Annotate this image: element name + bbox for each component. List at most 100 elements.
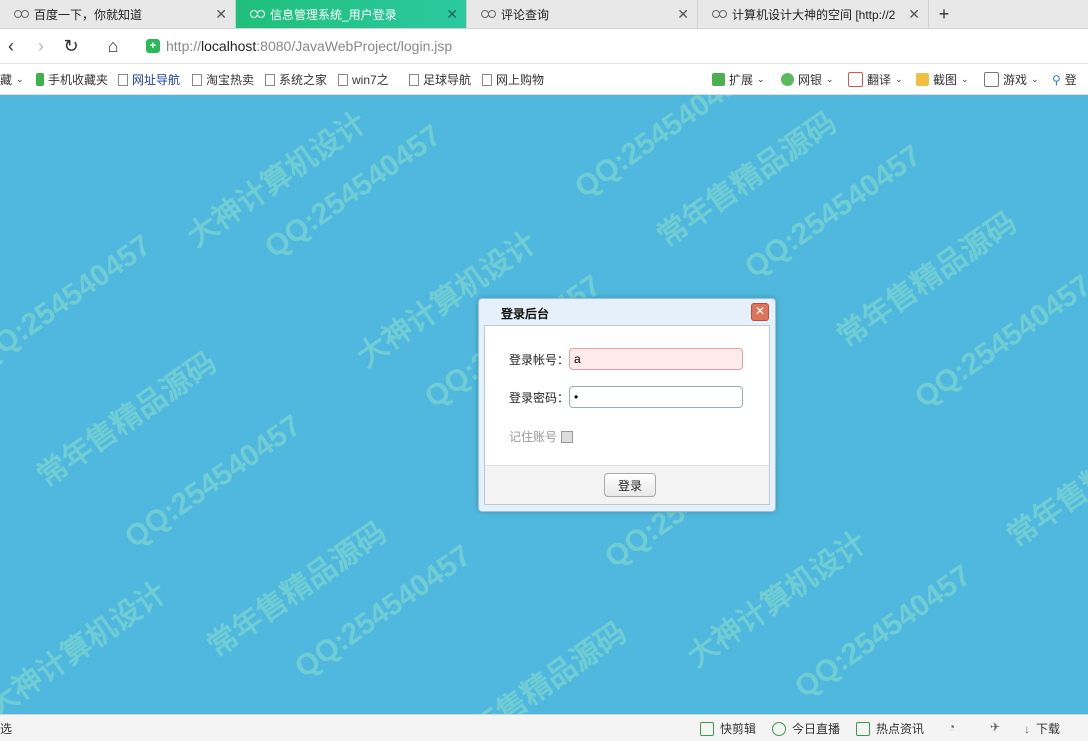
bookmark-label: win7之 [352,73,389,87]
watermark: QQ:254540457 [788,558,978,705]
watermark: 常年售精品源码 [651,106,843,254]
page-icon [118,73,128,86]
video-edit-icon [700,721,714,736]
password-input[interactable] [569,386,743,408]
status-label: 热点资讯 [876,722,925,736]
ebank-button[interactable]: 网银 ⌄ [781,71,834,88]
page-icon [265,73,275,86]
chevron-down-icon: ⌄ [757,74,765,84]
watermark: QQ:254540457 [288,538,478,685]
login-submit-button[interactable]: 登录 [604,473,656,497]
watermark: QQ:254540457 [568,95,758,205]
toolbar-label: 截图 [933,73,958,87]
bookmark-label: 网上购物 [496,73,545,87]
secure-shield-icon: + [146,39,160,53]
quick-edit-button[interactable]: 快剪辑 [700,720,756,737]
close-icon[interactable]: ✕ [215,6,227,23]
games-button[interactable]: 游戏 ⌄ [984,71,1039,88]
watermark: 常年售精品源码 [201,516,393,664]
tab-title: 计算机设计大神的空间 [http://2 [732,7,896,22]
remember-row: 记住账号 [509,428,574,445]
chevron-down-icon: ⌄ [961,74,969,84]
watermark: QQ:254540457 [0,228,158,375]
translate-button[interactable]: 翻译 ⌄ [848,71,903,88]
speed-icon[interactable]: ◔ [948,720,955,734]
close-icon[interactable]: ✕ [751,303,769,321]
status-bar: 选 快剪辑 今日直播 热点资讯 ◔ ✈ ↓ 下载 [0,714,1088,741]
tab-title: 评论查询 [501,7,550,22]
bookmark-taobao[interactable]: 淘宝热卖 [192,71,254,88]
tab-favicon-icon [14,9,29,19]
new-tab-button[interactable]: + [929,0,959,28]
tab-favicon-icon [250,9,265,19]
remember-checkbox[interactable] [561,430,574,443]
tab-baidu[interactable]: 百度一下，你就知道 ✕ [0,0,236,28]
forward-icon[interactable]: › [30,35,52,57]
bookmark-football[interactable]: 足球导航 [409,71,471,88]
download-icon: ↓ [1024,721,1030,736]
close-icon[interactable]: ✕ [446,6,458,23]
news-icon [856,721,870,736]
page-icon [338,73,348,86]
dialog-body: 登录帐号： 登录密码： 记住账号 登录 [484,325,770,505]
dialog-footer: 登录 [485,465,769,504]
screenshot-button[interactable]: 截图 ⌄ [916,71,969,88]
screenshot-icon [916,73,929,86]
account-input[interactable] [569,348,743,370]
tab-bar: 百度一下，你就知道 ✕ 信息管理系统_用户登录 ✕ 评论查询 ✕ 计算机设计大神… [0,0,1088,29]
account-label: 登录帐号： [509,352,570,367]
bookmark-shopping[interactable]: 网上购物 [482,71,544,88]
tab-favicon-icon [712,9,727,19]
live-button[interactable]: 今日直播 [772,720,840,737]
tab-comment-query[interactable]: 评论查询 ✕ [467,0,698,28]
close-icon[interactable]: ✕ [677,6,689,23]
bookmarks-bar: 藏 ⌄ 手机收藏夹 网址导航 淘宝热卖 系统之家 win7之 足球导航 网上购物 … [0,64,1088,95]
extensions-icon [712,73,725,86]
watermark: QQ:254540457 [908,268,1088,415]
chevron-down-icon: ⌄ [16,74,24,84]
tab-favicon-icon [481,9,496,19]
rocket-icon[interactable]: ✈ [990,720,1000,734]
back-icon[interactable]: ‹ [0,35,22,57]
bookmark-win7[interactable]: win7之 [338,71,389,88]
watermark: 常年售精品源码 [1001,406,1088,554]
page-icon [482,73,492,86]
chevron-down-icon: ⌄ [826,74,834,84]
bookmark-label: 藏 [0,73,13,87]
login-dialog: 登录后台 ✕ 登录帐号： 登录密码： 记住账号 登录 [478,298,776,512]
page-icon [192,73,202,86]
download-button[interactable]: ↓ 下载 [1024,720,1060,737]
bookmark-label: 足球导航 [423,73,472,87]
page-icon [409,73,419,86]
bookmark-nav[interactable]: 网址导航 [118,71,180,88]
home-icon[interactable]: ⌂ [102,35,124,57]
url-field[interactable]: + http://localhost:8080/JavaWebProject/l… [146,35,452,57]
dialog-title: 登录后台 [501,307,550,321]
reload-icon[interactable]: ↻ [60,35,82,57]
extensions-button[interactable]: 扩展 ⌄ [712,71,765,88]
search-icon: ⚲ [1052,72,1061,87]
toolbar-label: 翻译 [867,73,892,87]
bank-icon [781,73,794,86]
password-label: 登录密码： [509,390,570,405]
status-label: 今日直播 [792,722,841,736]
status-label: 快剪辑 [720,722,757,736]
bookmark-label: 手机收藏夹 [48,73,109,87]
watermark: 大神计算机设计 [0,576,173,714]
bookmark-label: 网址导航 [132,73,181,87]
gamepad-icon [984,72,999,87]
close-icon[interactable]: ✕ [908,6,920,23]
bookmark-xitong[interactable]: 系统之家 [265,71,327,88]
address-bar: ‹ › ↻ ⌂ + http://localhost:8080/JavaWebP… [0,29,1088,64]
watermark: QQ:254540457 [258,118,448,265]
login-button[interactable]: ⚲ 登 [1052,71,1077,88]
hot-news-button[interactable]: 热点资讯 [856,720,924,737]
url-host: localhost [201,38,257,54]
tab-designer-space[interactable]: 计算机设计大神的空间 [http://2 ✕ [698,0,929,28]
chevron-down-icon: ⌄ [895,74,903,84]
chevron-down-icon: ⌄ [1031,74,1039,84]
bookmark-mobile[interactable]: 手机收藏夹 [36,71,108,88]
tab-login[interactable]: 信息管理系统_用户登录 ✕ [236,0,467,28]
bookmark-favorites[interactable]: 藏 ⌄ [0,71,24,88]
play-icon [772,721,786,736]
